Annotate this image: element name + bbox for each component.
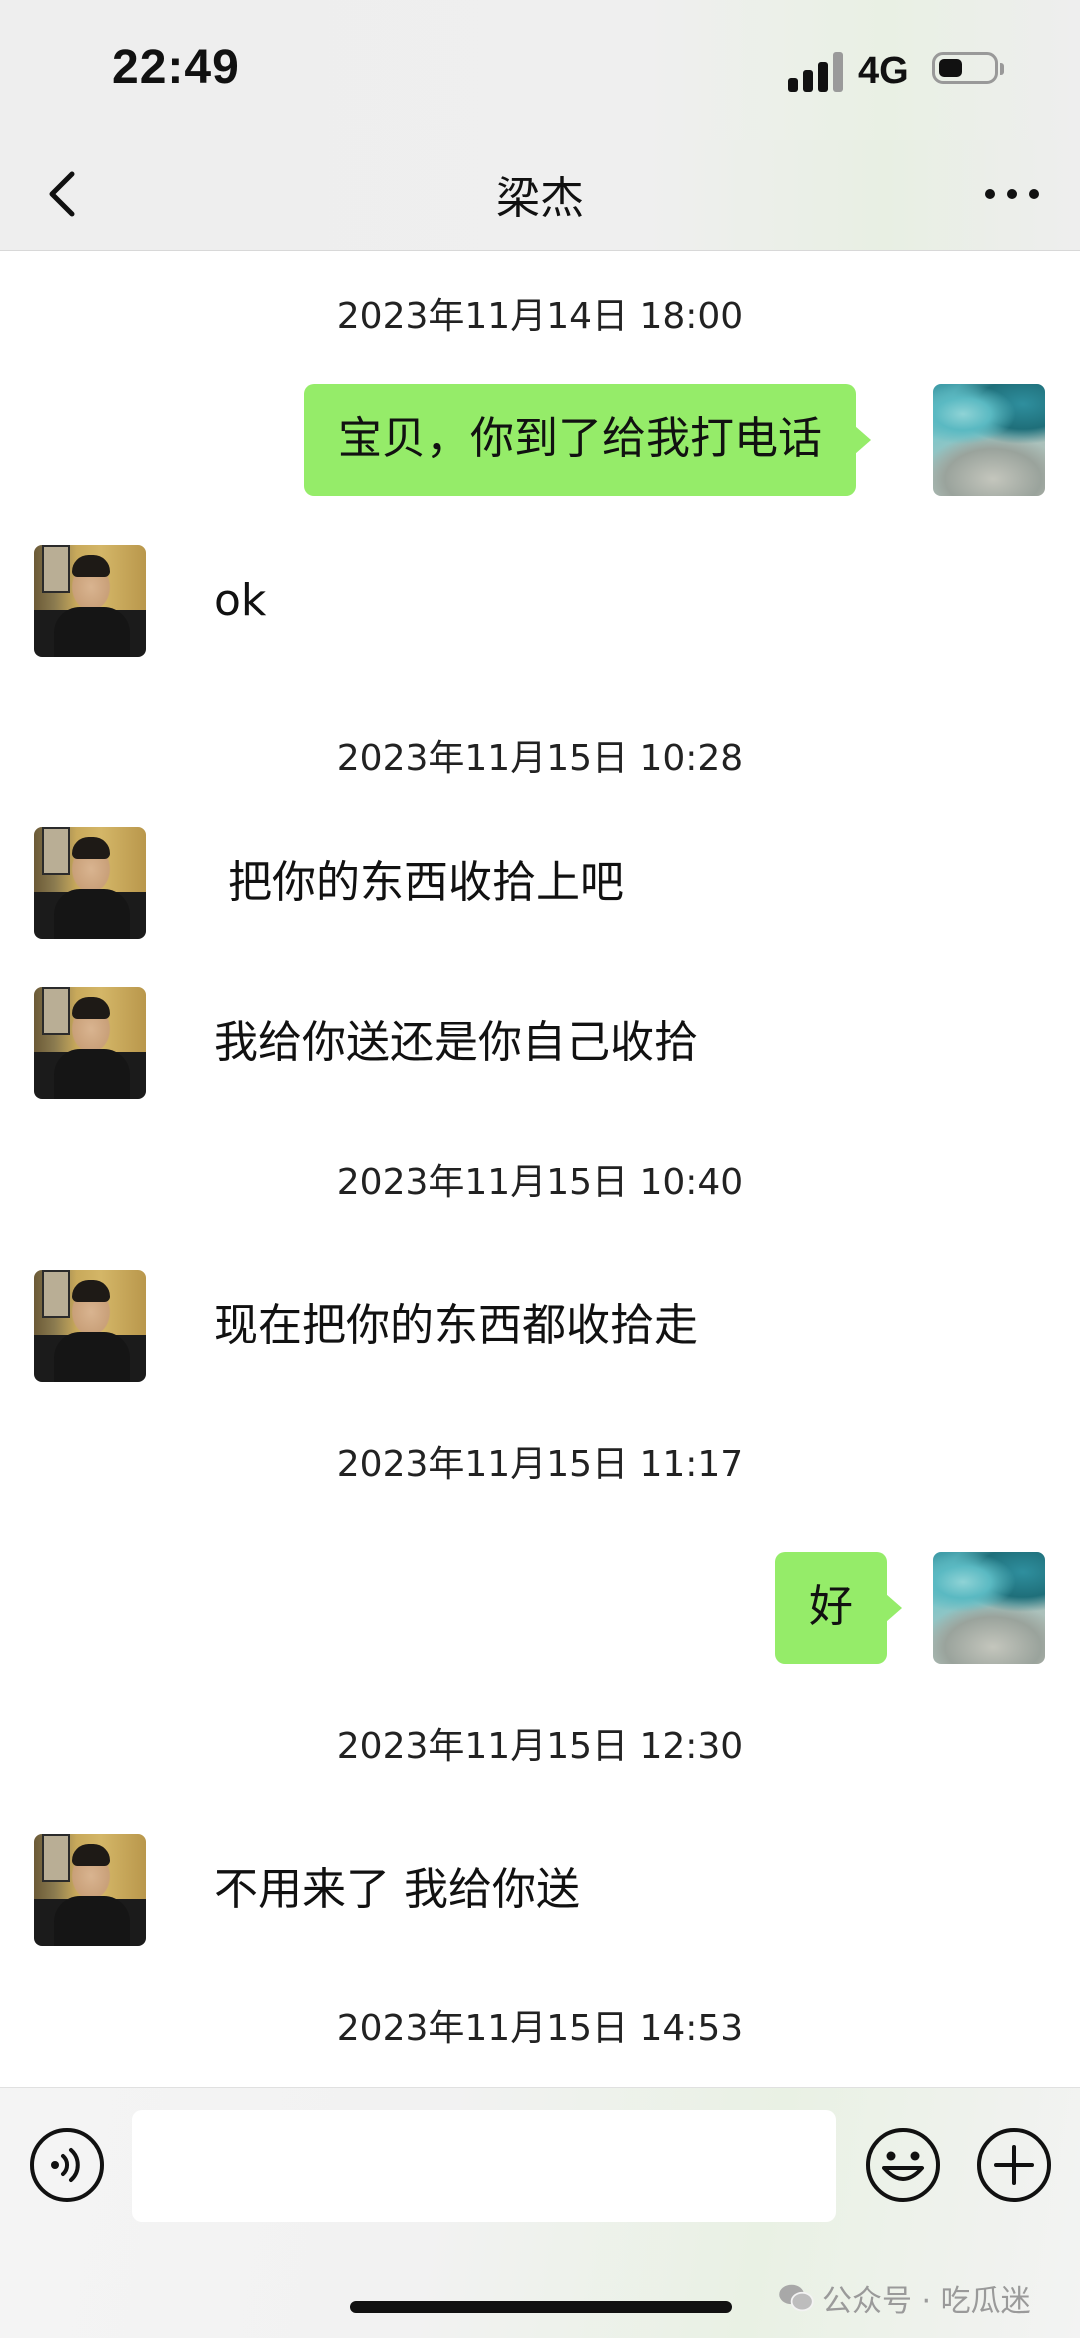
- received-message[interactable]: 不用来了 我给你送: [214, 1860, 580, 1920]
- contact-avatar[interactable]: [34, 545, 146, 657]
- self-avatar[interactable]: [933, 1552, 1045, 1664]
- sent-message[interactable]: 好: [775, 1552, 902, 1664]
- chat-title: 梁杰: [496, 173, 584, 224]
- home-indicator[interactable]: [350, 2301, 732, 2313]
- voice-button[interactable]: [28, 2126, 106, 2204]
- timestamp: 2023年11月14日 18:00: [336, 296, 744, 337]
- status-time: 22:49: [112, 41, 240, 94]
- timestamp: 2023年11月15日 10:28: [336, 738, 744, 779]
- wechat-logo-icon: [779, 2284, 814, 2312]
- voice-icon: [30, 2128, 104, 2202]
- battery-icon: [932, 52, 1004, 84]
- watermark: 公众号 · 吃瓜迷: [778, 2276, 1031, 2320]
- input-bar: 公众号 · 吃瓜迷: [0, 2087, 1080, 2338]
- more-dots-icon: [985, 189, 1039, 199]
- chat-header: 梁杰: [0, 140, 1080, 251]
- contact-avatar[interactable]: [34, 1270, 146, 1382]
- emoji-button[interactable]: [864, 2126, 942, 2204]
- watermark-text: 公众号 · 吃瓜迷: [822, 2284, 1031, 2319]
- timestamp: 2023年11月15日 10:40: [336, 1162, 744, 1203]
- timestamp: 2023年11月15日 12:30: [336, 1726, 744, 1767]
- network-type: 4G: [858, 50, 909, 92]
- status-bar: 22:49 4G: [0, 0, 1080, 140]
- received-message[interactable]: 把你的东西收拾上吧: [214, 853, 624, 913]
- timestamp: 2023年11月15日 11:17: [336, 1444, 744, 1485]
- timestamp: 2023年11月15日 14:53: [336, 2008, 744, 2049]
- battery-level: [939, 59, 962, 77]
- plus-button[interactable]: [975, 2126, 1053, 2204]
- message-input[interactable]: [132, 2110, 836, 2222]
- received-message[interactable]: 现在把你的东西都收拾走: [214, 1296, 698, 1356]
- received-message[interactable]: ok: [214, 571, 266, 631]
- contact-avatar[interactable]: [34, 827, 146, 939]
- contact-avatar[interactable]: [34, 987, 146, 1099]
- contact-avatar[interactable]: [34, 1834, 146, 1946]
- emoji-icon: [866, 2128, 940, 2202]
- received-message[interactable]: 我给你送还是你自己收拾: [214, 1013, 698, 1073]
- sent-message[interactable]: 宝贝，你到了给我打电话: [304, 384, 871, 496]
- chat-area: 2023年11月14日 18:00 宝贝，你到了给我打电话 ok 2023年11…: [0, 251, 1080, 2087]
- more-button[interactable]: [972, 162, 1052, 226]
- signal-strength-icon: [788, 52, 846, 92]
- plus-icon: [977, 2128, 1051, 2202]
- self-avatar[interactable]: [933, 384, 1045, 496]
